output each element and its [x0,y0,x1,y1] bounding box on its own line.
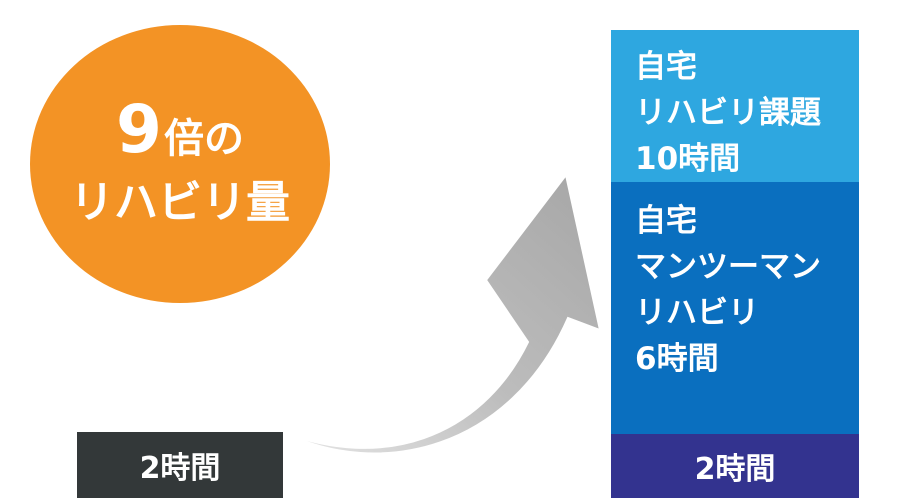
segment-mid-line1: 自宅 [635,203,697,239]
segment-top-line3: 10時間 [635,141,741,177]
segment-mid-line2: マンツーマン [635,249,821,285]
multiplier-caption: リハビリ量 [70,177,290,228]
stack-segment-home-assignment: 自宅 リハビリ課題 10時間 [611,30,859,182]
stack-segment-home-one-on-one: 自宅 マンツーマン リハビリ 6時間 [611,182,859,434]
segment-top-line2: リハビリ課題 [635,95,821,131]
multiplier-number: 9 [116,91,162,168]
segment-bottom-label: 2時間 [694,452,776,487]
before-bar: 2時間 [77,432,283,498]
before-bar-label: 2時間 [139,451,221,486]
multiplier-line: 9 倍の [116,97,244,163]
segment-top-line1: 自宅 [635,49,697,85]
arrow-shape [282,172,602,455]
multiplier-suffix: 倍の [163,116,244,162]
stack-segment-base: 2時間 [611,434,859,498]
segment-mid-line4: 6時間 [635,341,719,377]
multiplier-badge: 9 倍の リハビリ量 [30,25,330,303]
segment-mid-line3: リハビリ [635,295,759,331]
